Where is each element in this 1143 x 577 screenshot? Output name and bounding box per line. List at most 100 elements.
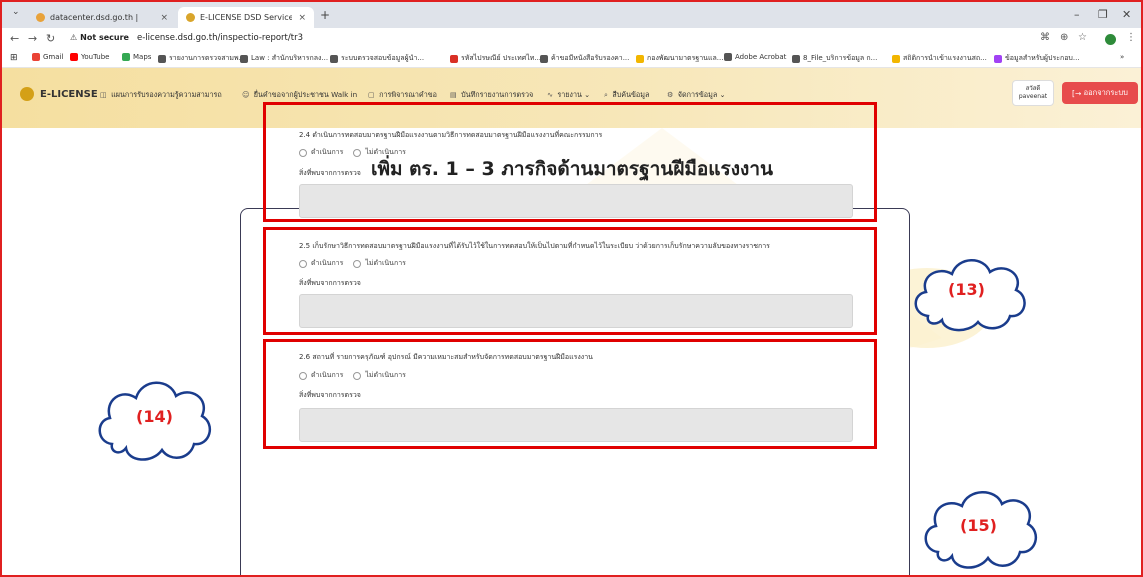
radio-option-done[interactable]: ดำเนินการ: [299, 258, 343, 269]
browser-tab-datacenter[interactable]: datacenter.dsd.go.th | ×: [28, 7, 176, 28]
badge-icon: [636, 54, 644, 63]
youtube-icon: [70, 53, 78, 61]
logout-button[interactable]: [→ ออกจากระบบ: [1062, 82, 1138, 104]
option-label: ไม่ดำเนินการ: [365, 371, 406, 379]
nav-label: จัดการข้อมูล ⌄: [677, 90, 726, 99]
favicon-icon: [36, 13, 45, 22]
bookmark-gmail[interactable]: Gmail: [32, 53, 63, 61]
user-badge[interactable]: สวัสดี paveenat: [1012, 80, 1054, 106]
bookmark-item[interactable]: Law : สำนักบริหารกลง...: [240, 53, 328, 64]
bookmark-item[interactable]: Adobe Acrobat: [724, 53, 786, 61]
radio-icon: [353, 148, 362, 157]
bookmark-label: กองพัฒนามาตรฐานแล...: [647, 54, 724, 62]
more-menu-icon[interactable]: ⋮: [1126, 32, 1136, 43]
radio-option-not-done[interactable]: ไม่ดำเนินการ: [353, 370, 406, 381]
apps-grid-icon[interactable]: ⊞: [10, 53, 18, 63]
globe-icon: [792, 54, 800, 63]
bookmark-star-icon[interactable]: ☆: [1078, 32, 1087, 43]
bookmark-item[interactable]: รายงานการตรวจสามพ...: [158, 53, 245, 64]
translate-icon[interactable]: ⌘: [1040, 32, 1050, 43]
globe-icon: [994, 54, 1002, 63]
option-label: ดำเนินการ: [311, 148, 344, 156]
findings-label: สิ่งที่พบจากการตรวจ: [299, 279, 361, 287]
bookmark-maps[interactable]: Maps: [122, 53, 151, 61]
bookmark-label: Maps: [133, 53, 152, 61]
bookmarks-overflow-icon[interactable]: »: [1120, 53, 1124, 61]
search-icon: ⌕: [604, 90, 609, 99]
tab-search-icon[interactable]: ⌄: [12, 7, 20, 17]
globe-icon: [158, 54, 166, 63]
minimize-icon[interactable]: –: [1074, 8, 1080, 21]
option-label: ไม่ดำเนินการ: [365, 148, 406, 156]
back-icon[interactable]: ←: [10, 32, 19, 45]
tab-close-icon[interactable]: ×: [298, 13, 306, 23]
close-window-icon[interactable]: ✕: [1122, 8, 1131, 21]
tab-title: datacenter.dsd.go.th |: [50, 13, 139, 22]
zoom-icon[interactable]: ⊕: [1060, 32, 1068, 43]
trend-icon: ∿: [547, 90, 554, 99]
bookmarks-bar: ⊞ Gmail YouTube Maps รายงานการตรวจสามพ..…: [2, 50, 1141, 68]
forward-icon[interactable]: →: [28, 32, 37, 45]
bookmark-label: Law : สำนักบริหารกลง...: [251, 54, 329, 62]
question-label: 2.6 สถานที่ รายการครุภัณฑ์ อุปกรณ์ มีควา…: [299, 353, 593, 361]
tab-close-icon[interactable]: ×: [160, 13, 168, 23]
radio-option-done[interactable]: ดำเนินการ: [299, 370, 343, 381]
restore-icon[interactable]: ❐: [1098, 8, 1108, 21]
bookmark-item[interactable]: สถิติการนำเข้าแรงงานสถ...: [892, 53, 987, 64]
nav-menu-item[interactable]: ∿ รายงาน ⌄: [547, 90, 590, 101]
bookmark-item[interactable]: ระบบตรวจสอบข้อมูลผู้นำ...: [330, 53, 424, 64]
nav-label: บันทึกรายงานการตรวจ: [461, 90, 534, 99]
bookmark-item[interactable]: รหัสไปรษณีย์ ประเทศไท...: [450, 53, 541, 64]
globe-icon: [240, 54, 248, 63]
bookmark-label: ระบบตรวจสอบข้อมูลผู้นำ...: [341, 54, 425, 62]
findings-textarea[interactable]: [299, 184, 853, 218]
nav-menu-item[interactable]: ◫ แผนการรับรองความรู้ความสามารถ: [100, 90, 222, 101]
browser-tab-elicense[interactable]: E-LICENSE DSD Service - ระบบบ ×: [178, 7, 314, 28]
radio-icon: [353, 259, 362, 268]
calendar-icon: [450, 54, 458, 63]
bookmark-label: รายงานการตรวจสามพ...: [169, 54, 246, 62]
warning-icon: ⚠: [70, 33, 78, 42]
brand[interactable]: E-LICENSE: [20, 87, 98, 101]
findings-textarea[interactable]: [299, 408, 853, 442]
settings-icon: ⚙: [667, 90, 674, 99]
nav-menu-item[interactable]: ⚙ จัดการข้อมูล ⌄: [667, 90, 726, 101]
screenshot-frame: ⌄ datacenter.dsd.go.th | × E-LICENSE DSD…: [0, 0, 1143, 577]
radio-option-not-done[interactable]: ไม่ดำเนินการ: [353, 258, 406, 269]
chart-icon: [892, 54, 900, 63]
radio-option-not-done[interactable]: ไม่ดำเนินการ: [353, 147, 406, 158]
maps-icon: [122, 53, 130, 61]
findings-label: สิ่งที่พบจากการตรวจ: [299, 169, 361, 177]
form-section-2-5: 2.5 เก็บรักษาวิธีการทดสอบมาตรฐานฝีมือแรง…: [263, 227, 877, 335]
nav-label: การพิจารณาคำขอ: [379, 90, 437, 99]
bookmark-youtube[interactable]: YouTube: [70, 53, 109, 61]
radio-group: ดำเนินการ ไม่ดำเนินการ: [299, 370, 416, 381]
nav-menu-item[interactable]: ▤ บันทึกรายงานการตรวจ: [450, 90, 533, 101]
option-label: ไม่ดำเนินการ: [365, 259, 406, 267]
form-section-2-4: 2.4 ดำเนินการทดสอบมาตรฐานฝีมือแรงงานตามว…: [263, 102, 877, 222]
nav-menu-item[interactable]: ⌕ สืบค้นข้อมูล: [604, 90, 649, 101]
bookmark-label: YouTube: [81, 53, 110, 61]
bookmark-item[interactable]: กองพัฒนามาตรฐานแล...: [636, 53, 723, 64]
bookmark-item[interactable]: 8_File_บริการข้อมูล ก...: [792, 53, 877, 64]
bookmark-item[interactable]: ข้อมูลสำหรับผู้ประกอบ...: [994, 53, 1080, 64]
bookmark-item[interactable]: ค้าขอมีหนังสือรับรองคา...: [540, 53, 629, 64]
brand-name: E-LICENSE: [40, 88, 98, 100]
nav-label: ยื่นคำขอจากผู้ประชาชน Walk in: [253, 90, 358, 99]
profile-avatar[interactable]: [1105, 34, 1116, 45]
nav-menu-item[interactable]: ▢ การพิจารณาคำขอ: [368, 90, 437, 101]
favicon-icon: [186, 13, 195, 22]
security-indicator[interactable]: ⚠ Not secure: [70, 33, 129, 42]
globe-icon: [540, 54, 548, 63]
url-input[interactable]: e-license.dsd.go.th/inspectio-report/tr3: [137, 33, 303, 43]
radio-option-done[interactable]: ดำเนินการ: [299, 147, 343, 158]
tab-title: E-LICENSE DSD Service - ระบบบ: [200, 13, 293, 22]
bookmark-label: 8_File_บริการข้อมูล ก...: [803, 54, 878, 62]
question-label: 2.4 ดำเนินการทดสอบมาตรฐานฝีมือแรงงานตามว…: [299, 131, 603, 139]
radio-icon: [299, 148, 307, 157]
nav-menu-item[interactable]: ☺ ยื่นคำขอจากผู้ประชาชน Walk in: [242, 90, 357, 101]
reload-icon[interactable]: ↻: [46, 32, 55, 45]
bookmark-label: Adobe Acrobat: [735, 53, 787, 61]
findings-textarea[interactable]: [299, 294, 853, 328]
new-tab-button[interactable]: +: [320, 8, 330, 22]
